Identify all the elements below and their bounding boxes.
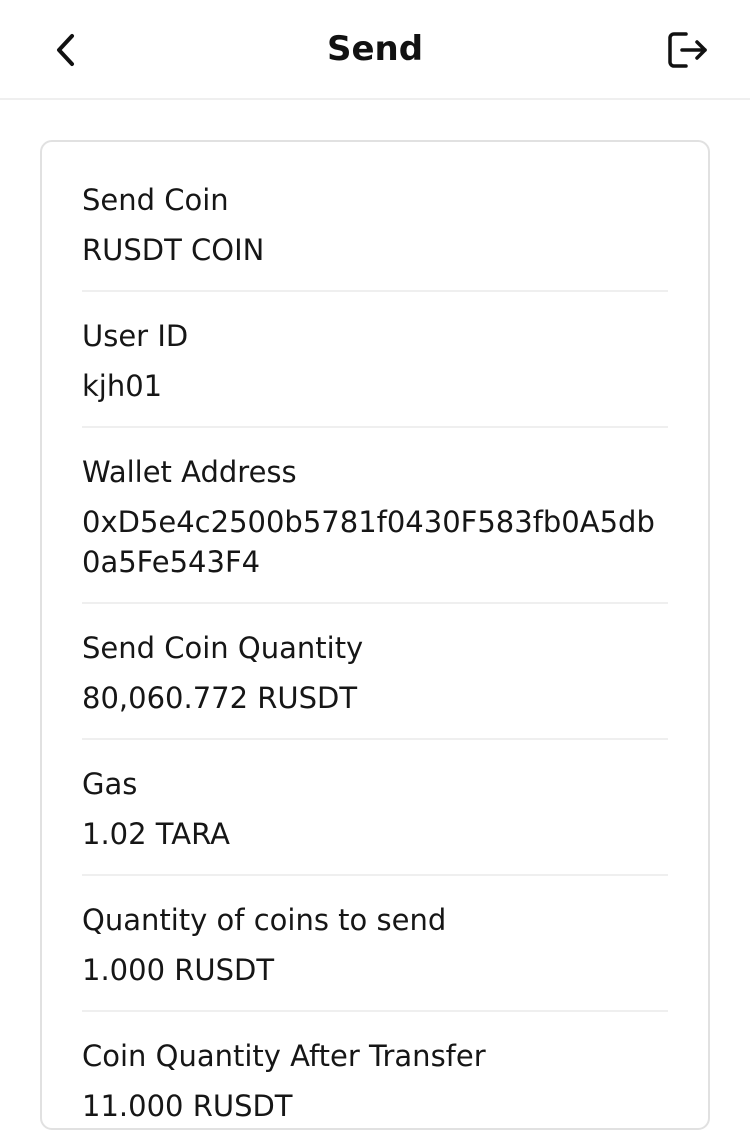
send-coin-value: RUSDT COIN xyxy=(82,233,265,267)
wallet-address-row: Wallet Address 0xD5e4c2500b5781f0430F583… xyxy=(82,452,668,604)
logout-icon xyxy=(668,32,707,68)
send-coin-quantity-label: Send Coin Quantity xyxy=(82,631,364,665)
quantity-after-transfer-label: Coin Quantity After Transfer xyxy=(82,1039,486,1073)
user-id-row: User ID kjh01 xyxy=(82,316,668,428)
page-title: Send xyxy=(326,29,424,69)
gas-value: 1.02 TARA xyxy=(82,817,230,851)
quantity-to-send-row: Quantity of coins to send 1.000 RUSDT xyxy=(82,900,668,1012)
send-coin-quantity-row: Send Coin Quantity 80,060.772 RUSDT xyxy=(82,628,668,740)
quantity-to-send-value: 1.000 RUSDT xyxy=(82,953,275,987)
gas-label: Gas xyxy=(82,767,138,801)
quantity-to-send-label: Quantity of coins to send xyxy=(82,903,447,937)
quantity-after-transfer-row: Coin Quantity After Transfer 11.000 RUSD… xyxy=(82,1036,668,1146)
logout-button[interactable] xyxy=(664,27,712,73)
quantity-after-transfer-value: 11.000 RUSDT xyxy=(82,1089,293,1123)
send-details-card: Send Coin RUSDT COIN User ID kjh01 Walle… xyxy=(40,140,710,1130)
wallet-address-label: Wallet Address xyxy=(82,455,297,489)
send-coin-row: Send Coin RUSDT COIN xyxy=(82,180,668,292)
user-id-label: User ID xyxy=(82,319,189,353)
send-coin-label: Send Coin xyxy=(82,183,229,217)
back-button[interactable] xyxy=(44,28,88,72)
chevron-left-icon xyxy=(57,34,74,66)
user-id-value: kjh01 xyxy=(82,369,163,403)
gas-row: Gas 1.02 TARA xyxy=(82,764,668,876)
wallet-address-value: 0xD5e4c2500b5781f0430F583fb0A5db0a5Fe543… xyxy=(82,505,655,579)
send-coin-quantity-value: 80,060.772 RUSDT xyxy=(82,681,358,715)
top-app-bar: Send xyxy=(0,0,750,100)
